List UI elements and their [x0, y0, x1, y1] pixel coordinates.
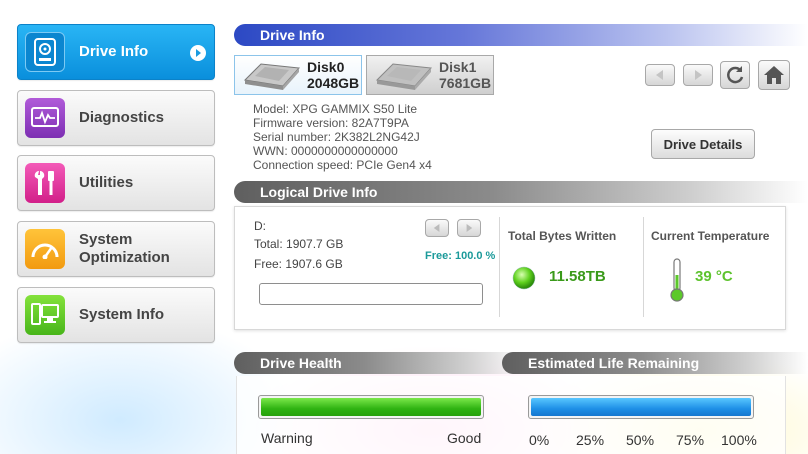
hard-drive-icon [25, 32, 65, 72]
triangle-right-icon [466, 224, 473, 232]
life-tick-0: 0% [529, 432, 550, 448]
tools-icon [25, 163, 65, 203]
prev-disk-button[interactable] [645, 64, 675, 86]
nav-drive-info[interactable]: Drive Info [17, 24, 215, 80]
health-high-label: Good [447, 430, 482, 446]
wwn-text: WWN: 0000000000000000 [253, 144, 398, 158]
divider [643, 217, 644, 317]
triangle-left-icon [656, 70, 663, 80]
disk1-text: Disk1 7681GB [439, 59, 491, 91]
refresh-button[interactable] [720, 61, 750, 89]
disk1-size: 7681GB [439, 75, 492, 91]
life-tick-50: 50% [626, 432, 655, 448]
total-size: Total: 1907.7 GB [254, 237, 344, 251]
life-bar [528, 395, 754, 419]
prev-partition-button[interactable] [425, 219, 449, 237]
temperature-value: 39 °C [695, 268, 733, 285]
health-bar [258, 395, 484, 419]
life-remaining-title: Estimated Life Remaining [528, 355, 700, 371]
life-tick-75: 75% [676, 432, 705, 448]
nav-diagnostics[interactable]: Diagnostics [17, 90, 215, 146]
thermometer-icon [670, 258, 684, 302]
nav-drive-info-label: Drive Info [79, 43, 149, 60]
nav-system-optimization[interactable]: System Optimization [17, 221, 215, 277]
drive-letter: D: [254, 219, 266, 233]
triangle-right-icon [695, 70, 702, 80]
logical-drive-title: Logical Drive Info [260, 184, 378, 200]
triangle-left-icon [433, 224, 440, 232]
temperature-label: Current Temperature [651, 229, 770, 243]
drive-info-header: Drive Info [234, 24, 808, 46]
green-status-icon [512, 266, 536, 290]
nav-utilities[interactable]: Utilities [17, 155, 215, 211]
ssd-icon [375, 63, 433, 90]
life-tick-100: 100% [721, 432, 757, 448]
model-text: Model: XPG GAMMIX S50 Lite [253, 102, 418, 116]
disk0-name: Disk0 [307, 59, 345, 75]
tab-disk0[interactable]: Disk0 2048GB [234, 55, 362, 95]
life-bar-fill [531, 398, 751, 416]
next-disk-button[interactable] [683, 64, 713, 86]
drive-details-button[interactable]: Drive Details [651, 129, 755, 159]
firmware-text: Firmware version: 82A7T9PA [253, 116, 409, 130]
health-bar-fill [261, 398, 481, 416]
nav-system-optimization-label: System Optimization [79, 231, 170, 266]
free-percent: Free: 100.0 % [425, 250, 496, 262]
free-space-bar [259, 283, 483, 305]
play-arrow-icon [190, 45, 206, 61]
divider [499, 217, 500, 317]
drive-info-title: Drive Info [260, 27, 325, 43]
home-icon [764, 66, 784, 84]
drive-health-header: Drive Health [234, 352, 524, 374]
tbw-label: Total Bytes Written [508, 229, 617, 243]
nav-diagnostics-label: Diagnostics [79, 109, 165, 126]
logical-drive-header: Logical Drive Info [234, 181, 808, 203]
ssd-icon [243, 63, 301, 90]
drive-health-title: Drive Health [260, 355, 342, 371]
free-size: Free: 1907.6 GB [254, 257, 343, 271]
computer-icon [25, 295, 65, 335]
tbw-value: 11.58TB [549, 268, 606, 285]
nav-system-info-label: System Info [79, 306, 165, 323]
refresh-icon [727, 66, 744, 84]
pulse-monitor-icon [25, 98, 65, 138]
speedometer-icon [25, 229, 65, 269]
logical-drive-panel: D: Total: 1907.7 GB Free: 1907.6 GB Free… [234, 206, 786, 330]
serial-text: Serial number: 2K382L2NG42J [253, 130, 420, 144]
disk0-text: Disk0 2048GB [307, 59, 359, 91]
connection-text: Connection speed: PCIe Gen4 x4 [253, 158, 432, 172]
nav-utilities-label: Utilities [79, 174, 134, 191]
disk0-size: 2048GB [307, 75, 360, 91]
home-button[interactable] [758, 60, 790, 90]
nav-system-info[interactable]: System Info [17, 287, 215, 343]
health-low-label: Warning [261, 430, 313, 446]
next-partition-button[interactable] [457, 219, 481, 237]
tab-disk1[interactable]: Disk1 7681GB [366, 55, 494, 95]
life-tick-25: 25% [576, 432, 605, 448]
disk1-name: Disk1 [439, 59, 477, 75]
life-remaining-header: Estimated Life Remaining [502, 352, 808, 374]
